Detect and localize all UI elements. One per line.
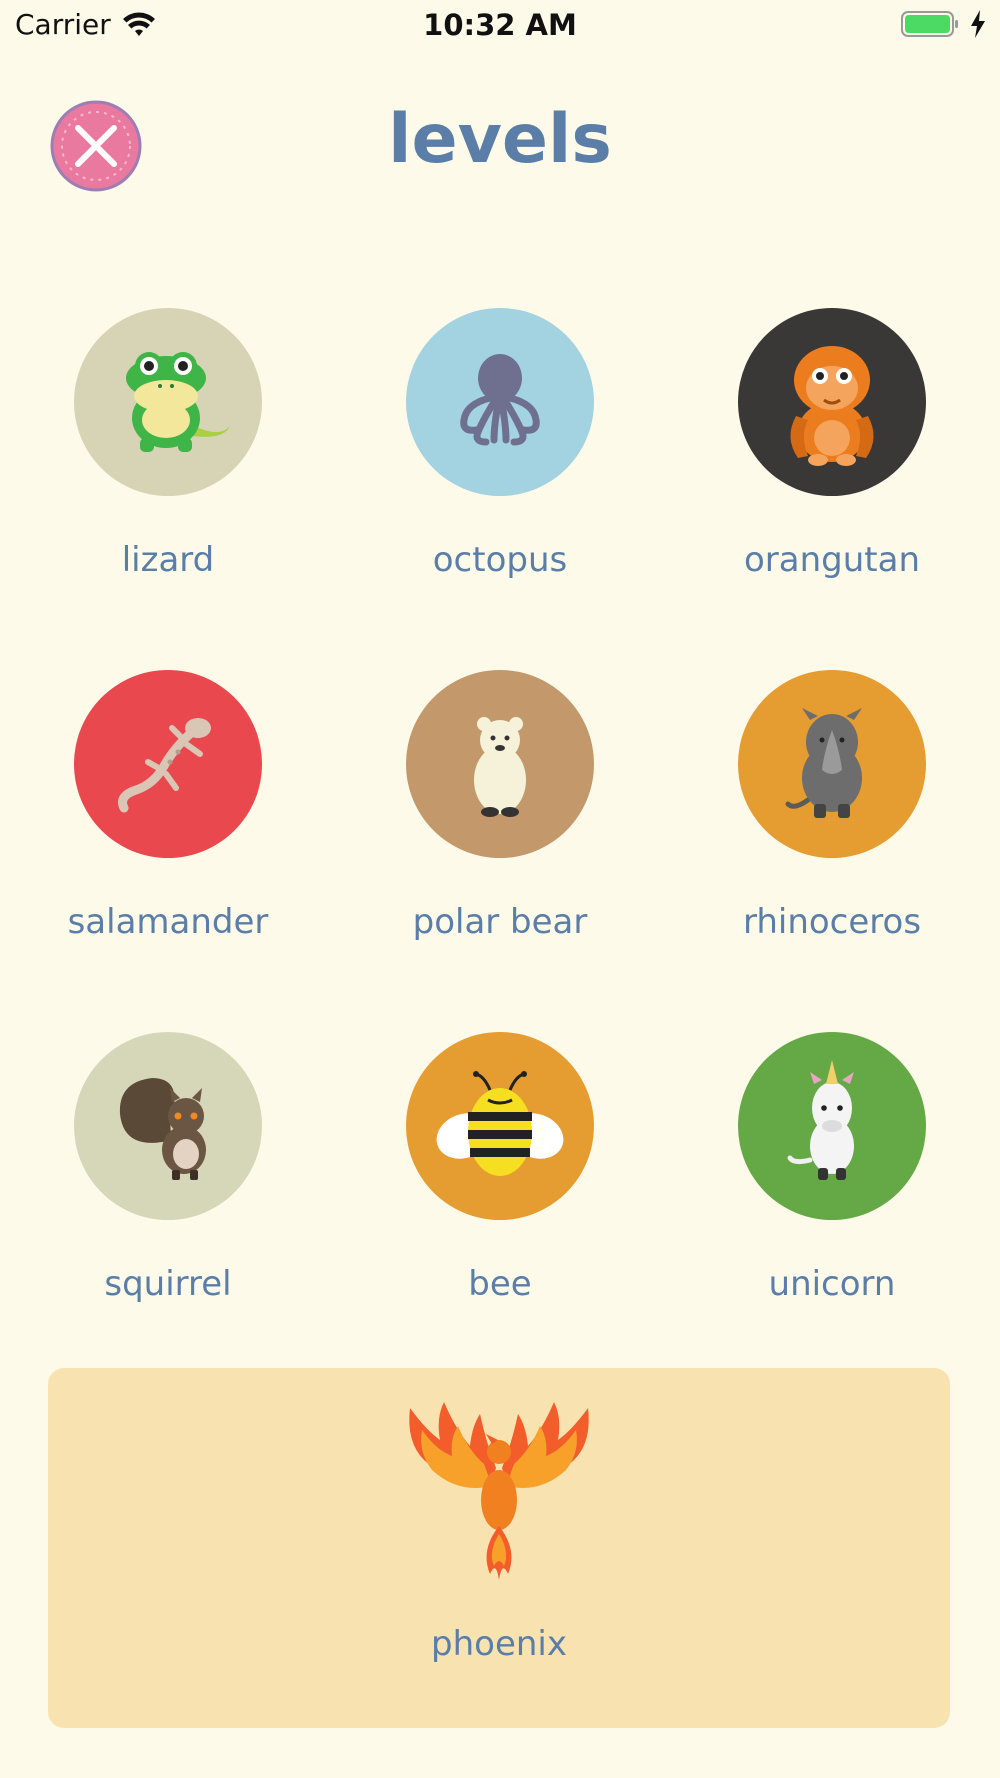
clipped-row-left bbox=[110, 196, 230, 218]
level-circle bbox=[738, 670, 926, 858]
orangutan-icon bbox=[790, 346, 874, 466]
status-bar: Carrier 10:32 AM bbox=[0, 0, 1000, 50]
level-item-bee[interactable]: bee bbox=[332, 1032, 632, 1332]
level-label: polar bear bbox=[412, 902, 588, 942]
level-label: squirrel bbox=[104, 1264, 232, 1304]
gecko-icon bbox=[118, 718, 211, 813]
charging-bolt-icon bbox=[971, 10, 985, 38]
level-circle bbox=[406, 1032, 594, 1220]
rhino-icon bbox=[785, 708, 862, 818]
clipped-row-right bbox=[770, 196, 890, 218]
level-label: octopus bbox=[432, 540, 568, 580]
level-circle bbox=[406, 670, 594, 858]
level-circle bbox=[74, 308, 262, 496]
level-label: unicorn bbox=[768, 1264, 896, 1304]
level-label: lizard bbox=[121, 540, 215, 580]
page-title: levels bbox=[388, 100, 612, 179]
frog-icon bbox=[126, 352, 230, 452]
level-item-salamander[interactable]: salamander bbox=[0, 670, 300, 970]
level-circle bbox=[406, 308, 594, 496]
level-item-squirrel[interactable]: squirrel bbox=[0, 1032, 300, 1332]
level-item-lizard[interactable]: lizard bbox=[0, 308, 300, 608]
unicorn-icon bbox=[787, 1060, 854, 1180]
battery-icon bbox=[901, 11, 958, 37]
level-label: salamander bbox=[67, 902, 269, 942]
level-label: bee bbox=[468, 1264, 532, 1304]
polar-bear-icon bbox=[474, 717, 526, 817]
phoenix-icon bbox=[409, 1402, 589, 1580]
squirrel-icon bbox=[119, 1078, 206, 1180]
level-item-rhinoceros[interactable]: rhinoceros bbox=[664, 670, 964, 970]
level-item-orangutan[interactable]: orangutan bbox=[664, 308, 964, 608]
level-circle bbox=[738, 308, 926, 496]
special-level-card-phoenix[interactable]: phoenix bbox=[48, 1368, 950, 1728]
octopus-icon bbox=[460, 354, 540, 446]
level-label: orangutan bbox=[743, 540, 920, 580]
level-label: rhinoceros bbox=[742, 902, 922, 942]
level-circle bbox=[74, 670, 262, 858]
special-level-label: phoenix bbox=[431, 1624, 567, 1664]
level-circle bbox=[738, 1032, 926, 1220]
bee-icon bbox=[436, 1071, 564, 1176]
clock: 10:32 AM bbox=[423, 8, 577, 42]
level-item-octopus[interactable]: octopus bbox=[332, 308, 632, 608]
level-item-polar-bear[interactable]: polar bear bbox=[332, 670, 632, 970]
level-item-unicorn[interactable]: unicorn bbox=[664, 1032, 964, 1332]
level-circle bbox=[74, 1032, 262, 1220]
